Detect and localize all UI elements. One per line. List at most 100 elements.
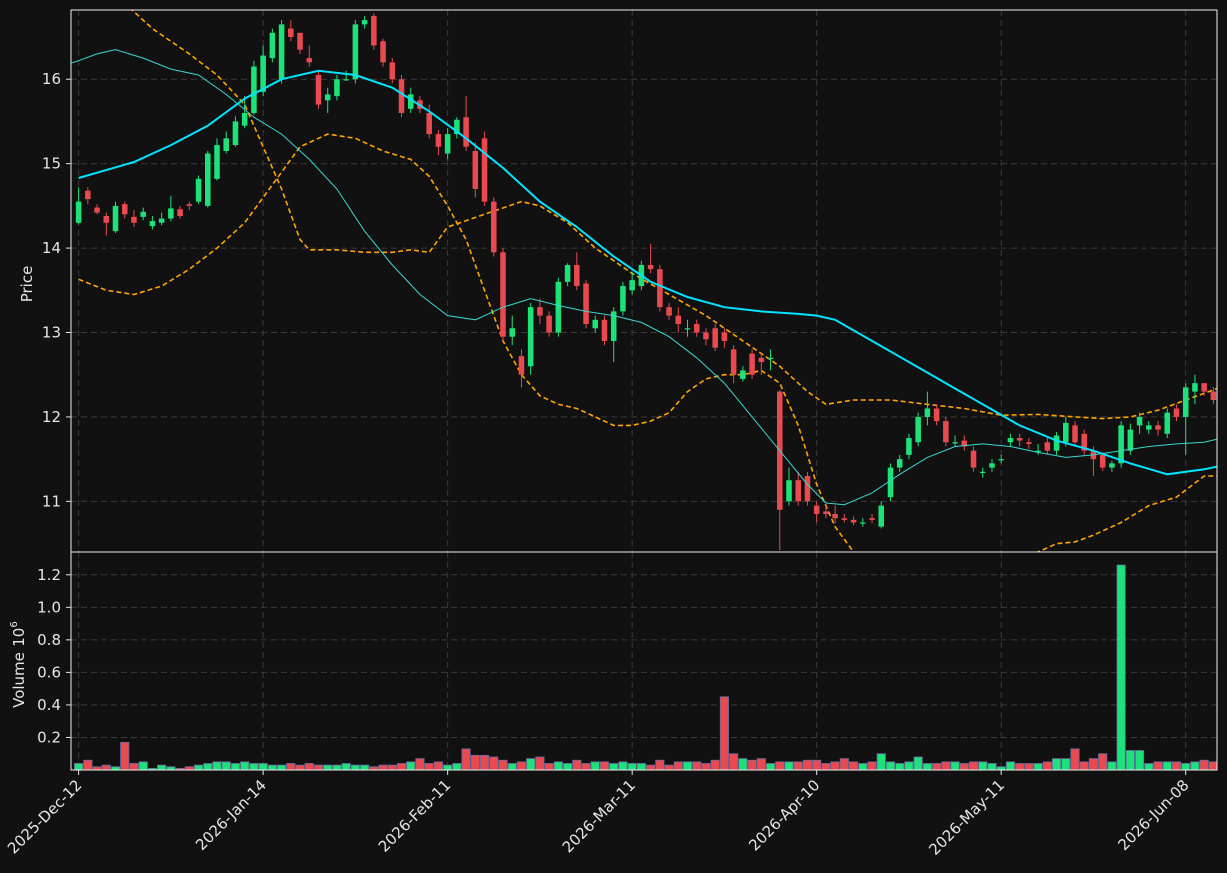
candle-body-down [730,349,737,375]
candle-body-down [1072,425,1078,443]
volume-axis-label-group: Volume 106 [9,621,28,708]
volume-bar-up [1107,761,1117,770]
candle-body-up [158,218,165,223]
candle-body-up [251,66,257,113]
candle-body-up [989,463,995,468]
volume-bar-up [904,761,914,770]
candle-body-up [555,281,562,333]
candle-body-up [444,134,451,154]
volume-bar-up [193,764,204,770]
candle-body-down [389,62,396,80]
candle-body-up [952,442,958,444]
volume-bar-down [849,761,859,770]
candle-body-down [758,357,765,363]
candle-body-up [979,471,986,473]
candle-body-up [269,32,276,59]
volume-bar-down [396,763,407,770]
volume-bar-down [664,764,674,770]
volume-bar-down [747,759,757,770]
volume-bar-down [1208,761,1217,770]
volume-bar-up [230,763,241,770]
candle-body-up [629,280,635,291]
candle-body-down [943,421,949,443]
price-tick-label: 11 [42,492,61,510]
volume-bar-down [812,759,822,770]
candle-body-up [195,178,202,202]
volume-bar-up [452,763,462,770]
volume-bar-down [83,759,93,770]
volume-bar-up [332,764,342,770]
volume-axis-label: Volume [10,652,28,708]
volume-bar-up [987,763,997,770]
volume-bar-up [74,763,84,770]
volume-bar-down [479,754,490,770]
candle-body-up [786,480,792,502]
volume-bar-down [470,754,480,770]
volume-bar-up [507,763,517,770]
candle-body-up [1118,425,1124,464]
candle-body-down [850,519,857,523]
candle-body-down [823,511,829,515]
volume-bar-down [1024,763,1034,770]
candle-body-up [860,522,866,524]
volume-bar-up [682,761,693,770]
candle-body-up [767,357,774,360]
candle-body-up [361,20,368,25]
volume-bar-down [295,764,305,770]
volume-bar-up [858,763,868,770]
volume-bar-up [249,763,259,770]
candle-body-down [795,480,801,502]
volume-bar-up [627,763,637,770]
candle-body-up [205,153,211,206]
candle-body-up [1164,412,1171,434]
volume-bar-down [692,761,702,770]
candle-body-down [103,215,110,223]
candle-body-up [924,408,931,417]
volume-bar-up [876,753,886,770]
candle-body-down [297,32,303,50]
volume-bar-up [1051,758,1062,770]
volume-bar-down [941,761,951,770]
candle-body-down [435,134,442,147]
volume-bar-up [341,763,351,770]
candle-body-up [564,264,571,282]
candle-body-down [1026,442,1032,444]
candle-body-down [186,204,193,206]
volume-bar-down [498,759,508,770]
volume-bar-up [1162,761,1172,770]
candle-body-up [140,211,146,217]
volume-bar-up [1033,763,1043,770]
candle-body-down [813,505,820,515]
candle-body-down [371,15,377,46]
candle-body-up [998,459,1004,461]
candle-body-down [398,79,405,113]
candle-body-down [693,324,700,333]
volume-bar-up [203,763,213,770]
candle-body-down [426,112,432,135]
candle-body-up [1192,383,1198,392]
volume-bar-up [221,761,231,770]
volume-bar-down [839,758,849,770]
volume-bar-down [489,756,499,770]
candle-body-up [75,201,82,223]
candle-body-up [684,328,691,330]
candle-body-up [260,55,266,92]
volume-bar-down [1171,761,1182,770]
candle-body-down [177,209,183,216]
volume-bar-down [424,763,434,770]
candle-body-down [841,518,848,520]
candle-body-down [500,252,506,337]
volume-bar-up [895,763,905,770]
volume-bar-up [618,761,628,770]
volume-bar-down [802,759,813,770]
candle-body-down [537,307,543,316]
chart-background [0,0,1227,873]
volume-tick-label: 0.6 [37,663,61,681]
volume-bar-up [1144,763,1154,770]
volume-bar-down [1042,761,1052,770]
volume-bar-down [129,763,139,770]
volume-bar-down [646,764,656,770]
volume-bar-up [563,763,573,770]
price-tick-label: 14 [42,239,61,257]
candle-body-up [509,328,515,337]
